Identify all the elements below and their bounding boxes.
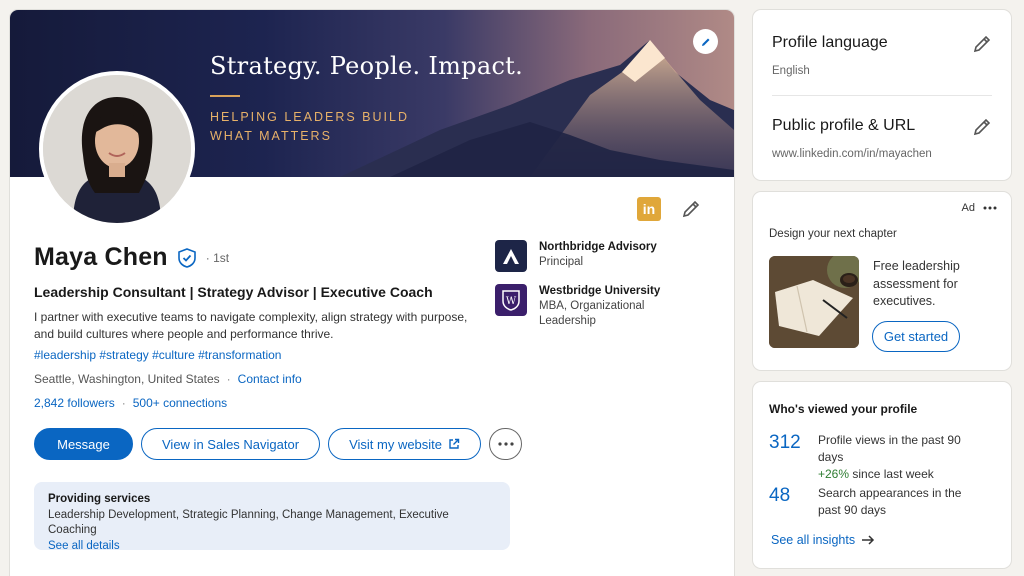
visit-website-button[interactable]: Visit my website — [328, 428, 482, 460]
more-actions-button[interactable] — [489, 428, 523, 460]
edit-language-icon[interactable] — [972, 34, 992, 54]
company-name: Northbridge Advisory — [539, 241, 657, 253]
profile-location: Seattle, Washington, United States — [34, 372, 220, 386]
visit-website-label: Visit my website — [349, 436, 443, 452]
school-name: Westbridge University — [539, 285, 661, 297]
message-button[interactable]: Message — [34, 428, 133, 460]
pencil-icon — [701, 38, 709, 46]
profile-actions: in — [637, 197, 701, 221]
ad-card: Ad Design your next chapter Free leaders… — [753, 192, 1011, 370]
location-row: Seattle, Washington, United States · Con… — [34, 372, 302, 386]
notebook-coffee-illustration — [769, 256, 859, 348]
verified-shield-icon[interactable] — [176, 247, 198, 269]
profile-views-delta-label: since last week — [852, 467, 934, 481]
see-all-insights-label: See all insights — [771, 533, 856, 547]
profile-views-text: Profile views in the past 90 days +26% s… — [818, 432, 968, 483]
public-profile-title: Public profile & URL — [772, 117, 916, 134]
ad-image[interactable] — [769, 256, 859, 348]
divider — [772, 95, 992, 96]
profile-name: Maya Chen — [34, 243, 168, 271]
see-all-insights-link[interactable]: See all insights — [771, 533, 875, 547]
analytics-title: Who's viewed your profile — [769, 402, 918, 416]
contact-info-link[interactable]: Contact info — [238, 372, 302, 386]
services-box: Providing services Leadership Developmen… — [34, 482, 510, 552]
education-text: Westbridge University MBA, Organizationa… — [539, 284, 669, 329]
arrow-right-icon — [862, 535, 875, 545]
profile-card: Strategy. People. Impact. HELPING LEADER… — [10, 10, 734, 576]
ad-label: Ad — [961, 202, 975, 214]
profile-views-count: 312 — [769, 432, 801, 453]
sales-navigator-button[interactable]: View in Sales Navigator — [141, 428, 321, 460]
search-appearances-count: 48 — [769, 485, 791, 506]
external-link-icon — [449, 438, 460, 449]
degree-detail: MBA, Organizational Leadership — [539, 300, 645, 327]
profile-photo — [43, 75, 191, 223]
profile-about: I partner with executive teams to naviga… — [34, 310, 468, 341]
search-appearances-label: Search appearances in the past 90 days — [818, 486, 962, 517]
followers-link[interactable]: 2,842 followers — [34, 396, 115, 410]
separator: · — [121, 396, 126, 410]
profile-language-section: Profile language English — [772, 34, 992, 77]
edit-banner-button[interactable] — [693, 29, 718, 54]
public-profile-section: Public profile & URL www.linkedin.com/in… — [772, 117, 992, 160]
profile-views-label: Profile views in the past 90 days — [818, 433, 961, 464]
name-row: Maya Chen · 1st — [34, 243, 229, 272]
avatar[interactable] — [39, 71, 195, 227]
connections-link[interactable]: 500+ connections — [133, 396, 227, 410]
education-item[interactable]: W Westbridge University MBA, Organizatio… — [495, 284, 669, 329]
search-appearances-stat[interactable]: 48 Search appearances in the past 90 day… — [769, 485, 968, 519]
experience-summary: Northbridge Advisory Principal W Westbri… — [495, 240, 669, 341]
profile-buttons: Message View in Sales Navigator Visit my… — [34, 428, 523, 460]
connection-degree: · 1st — [205, 250, 230, 265]
linkedin-icon[interactable]: in — [637, 197, 661, 221]
separator: · — [226, 372, 231, 386]
profile-views-delta: +26% — [818, 467, 850, 481]
see-all-details-link[interactable]: See all details — [48, 539, 496, 555]
experience-item[interactable]: Northbridge Advisory Principal — [495, 240, 669, 272]
more-icon — [497, 442, 514, 446]
company-role: Principal — [539, 256, 584, 268]
experience-text: Northbridge Advisory Principal — [539, 240, 669, 272]
profile-language-value: English — [772, 65, 810, 77]
profile-headline: Leadership Consultant | Strategy Advisor… — [34, 284, 433, 300]
banner-divider — [210, 95, 240, 97]
services-title: Providing services — [48, 493, 151, 505]
services-list: Leadership Development, Strategic Planni… — [48, 508, 449, 537]
ad-text: Free leadership assessment for executive… — [873, 259, 960, 308]
profile-hashtags[interactable]: #leadership #strategy #culture #transfor… — [34, 348, 281, 362]
profile-analytics-card: Who's viewed your profile 312 Profile vi… — [753, 382, 1011, 568]
profile-settings-card: Profile language English Public profile … — [753, 10, 1011, 180]
get-started-button[interactable]: Get started — [872, 321, 960, 352]
more-icon[interactable] — [983, 206, 997, 210]
northbridge-logo-icon — [495, 240, 527, 272]
edit-url-icon[interactable] — [972, 117, 992, 137]
banner-subtitle: HELPING LEADERS BUILD WHAT MATTERS — [210, 110, 409, 143]
profile-views-change: +26% since last week — [818, 466, 968, 483]
university-crest-icon: W — [495, 284, 527, 316]
network-row: 2,842 followers · 500+ connections — [34, 396, 227, 410]
svg-text:W: W — [506, 296, 517, 307]
public-profile-url[interactable]: www.linkedin.com/in/mayachen — [772, 148, 992, 160]
banner-title: Strategy. People. Impact. — [210, 52, 524, 80]
ad-heading: Design your next chapter — [769, 228, 897, 240]
profile-views-stat[interactable]: 312 Profile views in the past 90 days +2… — [769, 432, 968, 483]
ad-label-row: Ad — [962, 202, 997, 214]
edit-profile-icon[interactable] — [681, 199, 701, 219]
profile-language-title: Profile language — [772, 34, 888, 51]
